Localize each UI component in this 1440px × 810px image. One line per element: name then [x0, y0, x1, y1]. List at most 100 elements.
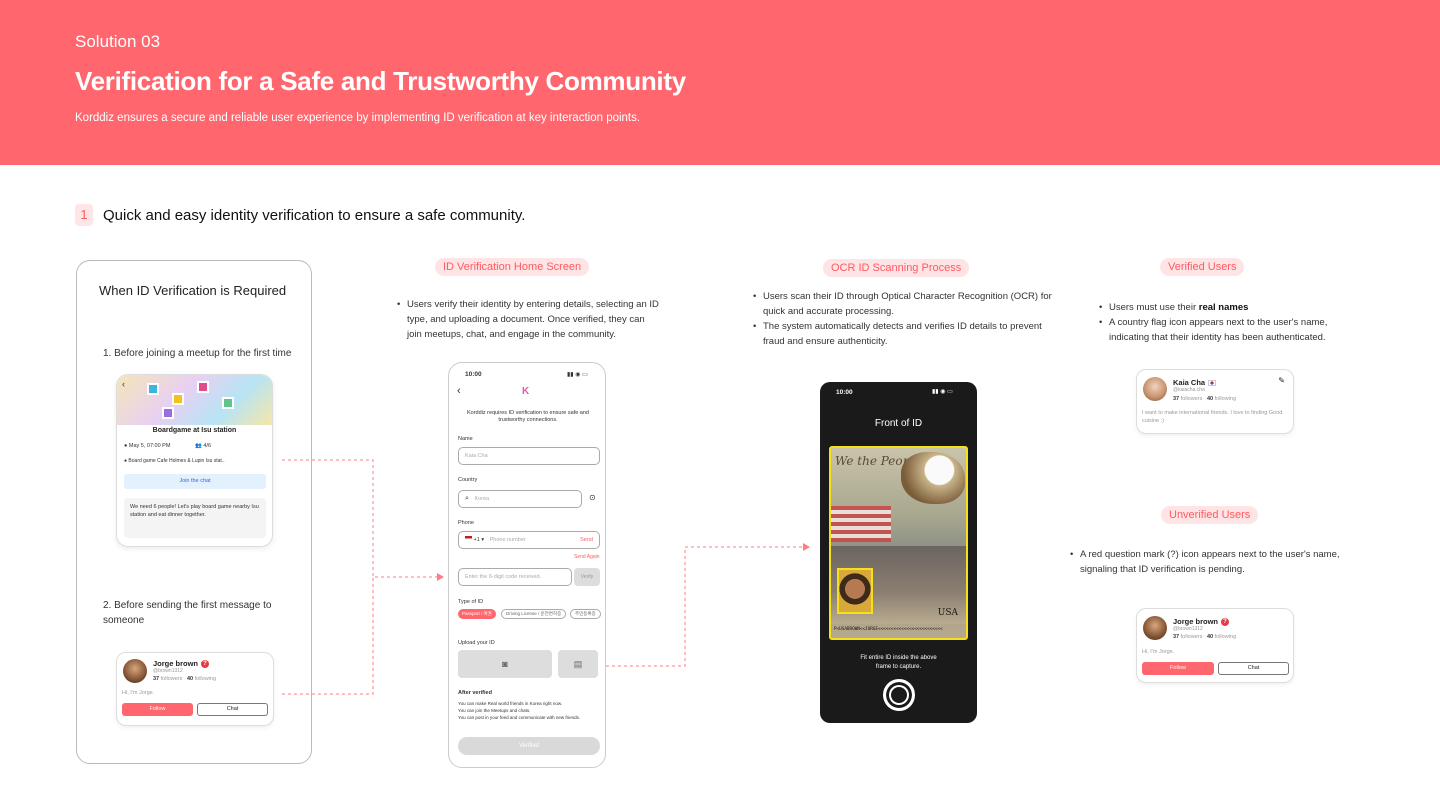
profile-bio: I want to make international friends. I … — [1142, 410, 1283, 424]
required-step-2: 2. Before sending the first message to s… — [103, 600, 272, 626]
scan-hint: Fit entire ID inside the above frame to … — [860, 655, 937, 670]
profile-handle: @brown1312 — [153, 668, 183, 674]
after-verified-list: You can make Real world friends in Korea… — [458, 700, 603, 721]
following-label: following — [1214, 396, 1237, 402]
scan-status-time: 10:00 — [836, 389, 853, 396]
followers-label: followers — [1180, 396, 1203, 402]
passport-photo — [837, 568, 873, 614]
arrow-head-scan — [803, 543, 810, 551]
file-upload-button[interactable]: ▤ — [558, 650, 598, 678]
code-field[interactable]: Enter the 6-digit code received. — [458, 568, 572, 586]
ocr-bullet: Users scan their ID through Optical Char… — [753, 289, 1053, 319]
after-item: You can make Real world friends in Korea… — [458, 701, 563, 706]
followers-count: 37 — [1173, 634, 1180, 640]
home-screen-pill: ID Verification Home Screen — [435, 258, 590, 276]
profile-bio: Hi, I'm Jorge. — [1142, 649, 1175, 655]
follow-button[interactable]: Follow — [122, 703, 193, 716]
verify-button[interactable]: Verify — [574, 568, 600, 586]
meetup-description: We need 6 people! Let's play board game … — [124, 498, 266, 538]
followers-label: followers — [160, 676, 183, 682]
flag-stripes-image — [831, 506, 891, 542]
avatar — [123, 659, 147, 683]
after-item: You can post in your feed and communicat… — [458, 715, 581, 720]
followers-label: followers — [1180, 634, 1203, 640]
id-type-resident[interactable]: 주민등록증 — [570, 609, 601, 619]
join-chat-button[interactable]: Join the chat — [124, 474, 266, 489]
profile-name: Kaia Cha — [1173, 378, 1206, 387]
search-icon: ⌕ — [465, 495, 469, 502]
document-icon: ▤ — [573, 659, 583, 669]
location-target-icon[interactable]: ⊙ — [589, 493, 596, 502]
chat-button[interactable]: Chat — [1218, 662, 1289, 675]
ocr-bullets: Users scan their ID through Optical Char… — [753, 289, 1053, 349]
meetup-date: May 5, 07:00 PM — [128, 443, 171, 449]
verified-bullets: Users must use their real names A countr… — [1099, 300, 1359, 345]
people-icon: 👥 — [195, 443, 202, 449]
unverified-pill: Unverified Users — [1161, 506, 1259, 524]
question-mark-icon: ? — [201, 660, 210, 669]
profile-name: Jorge brown — [153, 659, 199, 668]
following-count: 40 — [1206, 396, 1214, 402]
following-label: following — [1214, 634, 1237, 640]
verified-bullet-prefix: Users must use their — [1109, 302, 1199, 313]
ocr-scan-phone: 10:00 ▮▮ ◉ ▭ Front of ID We the People U… — [820, 382, 977, 723]
camera-icon: ◙ — [502, 659, 508, 669]
verified-bullet-bold: real names — [1198, 302, 1249, 313]
home-bullets: Users verify their identity by entering … — [397, 297, 662, 342]
profile-name: Jorge brown — [1173, 617, 1219, 626]
following-count: 40 — [186, 676, 194, 682]
chat-button[interactable]: Chat — [197, 703, 268, 716]
boardgame-image — [117, 375, 272, 425]
send-again-link[interactable]: Send Again — [574, 554, 600, 560]
camera-icon — [891, 687, 907, 703]
unverified-profile-card: Jorge brown? @brown1312 37 followers 40 … — [1136, 608, 1294, 683]
required-heading: When ID Verification is Required — [99, 283, 287, 298]
home-bullet: Users verify their identity by entering … — [397, 297, 662, 342]
phone-label: Phone — [458, 520, 474, 526]
edit-pencil-icon[interactable]: ✎ — [1278, 376, 1285, 385]
unverified-bullet: A red question mark (?) icon appears nex… — [1070, 547, 1360, 577]
followers-count: 37 — [153, 676, 160, 682]
verified-pill: Verified Users — [1160, 258, 1245, 276]
meetup-card[interactable]: ‹ Boardgame at Isu station ● May 5, 07:0… — [116, 374, 273, 547]
id-type-label: Type of ID — [458, 599, 484, 605]
back-chevron-icon[interactable]: ‹ — [122, 379, 125, 389]
us-flag-icon — [465, 536, 472, 541]
name-field[interactable]: Kaia Cha — [458, 447, 600, 465]
meetup-count: 4/6 — [203, 443, 212, 449]
followers-count: 37 — [1173, 396, 1180, 402]
following-label: following — [194, 676, 217, 682]
intro-text: Korddiz requires ID verification to ensu… — [467, 410, 589, 423]
send-button[interactable]: Send — [580, 532, 593, 548]
country-field[interactable]: ⌕ Korea — [458, 490, 582, 508]
passport-scan-frame: We the People USA P<USABROWN<<JORGE<<<<<… — [829, 446, 968, 640]
following-count: 40 — [1206, 634, 1214, 640]
shutter-button[interactable] — [883, 679, 915, 711]
after-verified-label: After verified — [458, 690, 492, 696]
id-type-license[interactable]: Driving License / 운전면허증 — [501, 609, 567, 619]
id-verification-phone: 10:00 ▮▮ ◉ ▭ ‹ K Korddiz requires ID ver… — [448, 362, 606, 768]
id-type-passport[interactable]: Passport / 여권 — [458, 609, 496, 619]
clock-icon: ● — [124, 443, 128, 449]
country-placeholder: Korea — [474, 496, 490, 502]
unverified-bullets: A red question mark (?) icon appears nex… — [1070, 547, 1360, 577]
camera-upload-button[interactable]: ◙ — [458, 650, 552, 678]
passport-mrz: P<USABROWN<<JORGE<<<<<<<<<<<<<<<<<<<<<<<… — [834, 627, 943, 632]
back-button[interactable]: ‹ — [457, 385, 461, 397]
follow-button[interactable]: Follow — [1142, 662, 1214, 675]
avatar — [1143, 377, 1167, 401]
name-label: Name — [458, 436, 473, 442]
question-mark-icon: ? — [1221, 618, 1230, 627]
profile-bio: Hi, I'm Jorge. — [122, 690, 155, 696]
meetup-location: Board game Cafe Holmes & Lupin Isu stat.… — [128, 458, 225, 464]
phone-code[interactable]: +1 ▾ — [474, 537, 485, 543]
message-profile-card: Jorge brown? @brown1312 37 followers 40 … — [116, 652, 274, 726]
profile-handle: @brown1312 — [1173, 626, 1203, 632]
korea-flag-icon — [1208, 380, 1217, 387]
verified-profile-card: Kaia Cha ✎ @kaiacha.cha 37 followers 40 … — [1136, 369, 1294, 434]
phone-field[interactable]: +1 ▾ Phone number Send — [458, 531, 600, 549]
after-item: You can join the Meetups and chats. — [458, 708, 531, 713]
passport-country: USA — [937, 608, 958, 618]
verified-submit-button[interactable]: Verified — [458, 737, 600, 755]
profile-handle: @kaiacha.cha — [1173, 387, 1205, 393]
